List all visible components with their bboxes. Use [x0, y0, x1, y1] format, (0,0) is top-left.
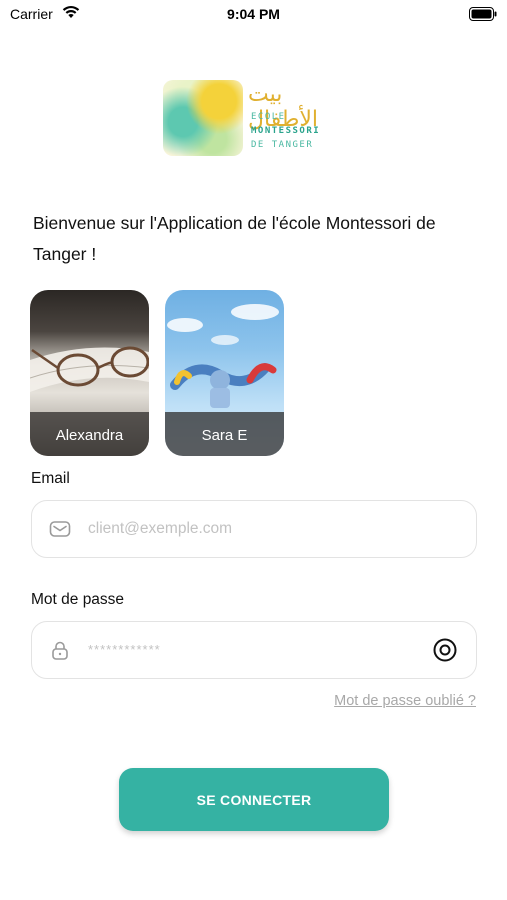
profile-name: Sara E: [201, 427, 248, 444]
logo-arabic-text: بيت الأطفال: [248, 82, 318, 132]
email-label: Email: [31, 470, 70, 487]
welcome-text: Bienvenue sur l'Application de l'école M…: [33, 213, 436, 264]
connect-button[interactable]: SE CONNECTER: [119, 768, 389, 831]
logo-line-ecole: ECOLE: [251, 112, 286, 122]
school-logo: بيت الأطفال ECOLE MONTESSORI DE TANGER: [163, 80, 363, 160]
logo-line-montessori: MONTESSORI: [251, 126, 321, 136]
profile-name: Alexandra: [55, 427, 124, 444]
logo-line-tanger: DE TANGER: [251, 140, 314, 150]
logo-watercolor-icon: [163, 80, 243, 156]
lock-icon: [52, 641, 68, 660]
battery-icon: [469, 7, 497, 21]
show-password-eye-icon[interactable]: [432, 637, 458, 663]
status-bar: Carrier 9:04 PM: [0, 0, 507, 28]
forgot-password-link[interactable]: Mot de passe oublié ?: [334, 693, 476, 709]
profile-card-sara-e[interactable]: Sara E: [165, 290, 284, 456]
email-field-container[interactable]: [31, 500, 477, 558]
password-label: Mot de passe: [31, 591, 125, 608]
mail-icon: [49, 521, 71, 537]
password-field-container[interactable]: [31, 621, 477, 679]
password-input[interactable]: [88, 622, 428, 678]
status-time: 9:04 PM: [227, 6, 280, 22]
email-input[interactable]: [88, 501, 428, 557]
profile-card-alexandra[interactable]: Alexandra: [30, 290, 149, 456]
